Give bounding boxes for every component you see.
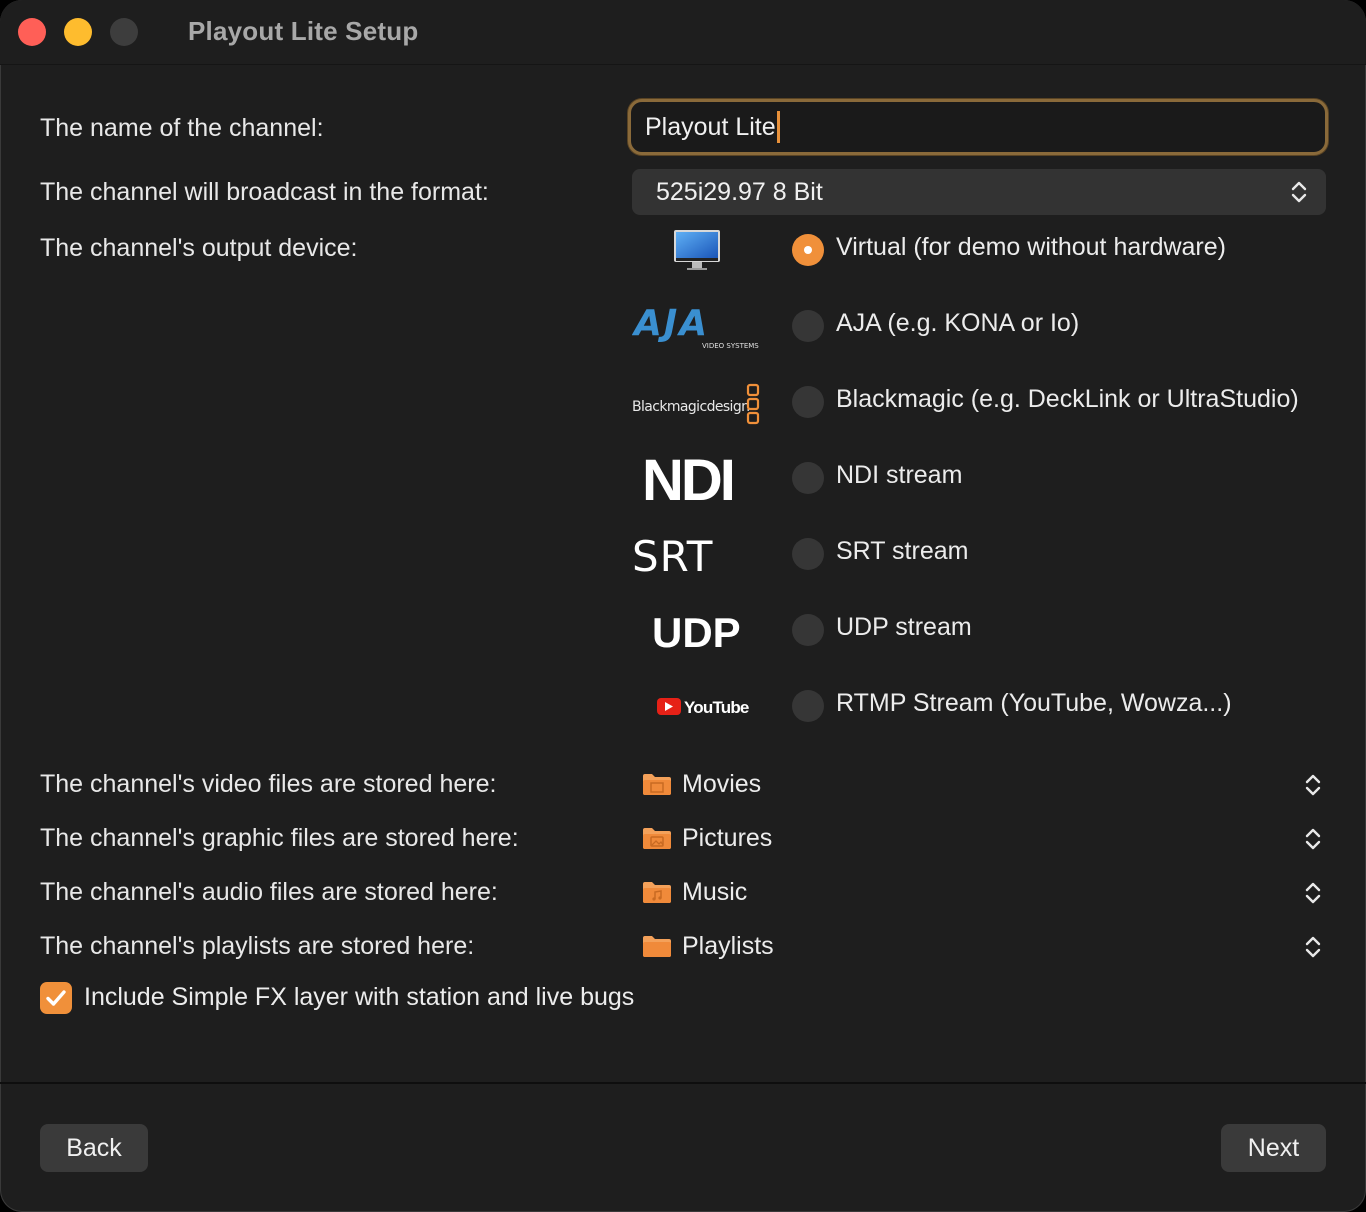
channel-name-label: The name of the channel: [40, 114, 324, 142]
radio-virtual[interactable] [792, 234, 824, 266]
device-label-udp: UDP stream [836, 613, 972, 641]
chevron-up-down-icon [1304, 772, 1322, 798]
aja-logo-sub: VIDEO SYSTEMS [702, 342, 759, 350]
footer-divider [0, 1082, 1366, 1084]
audio-folder-select[interactable]: Music [642, 876, 1332, 916]
graphic-folder-name: Pictures [682, 824, 773, 852]
aja-logo-text: AJA [632, 303, 709, 344]
radio-udp[interactable] [792, 614, 824, 646]
title-bar: Playout Lite Setup [0, 0, 1366, 65]
playlists-label: The channel's playlists are stored here: [40, 932, 475, 960]
youtube-logo: YouTube [632, 676, 762, 736]
aja-logo: AJA VIDEO SYSTEMS [632, 296, 762, 356]
device-option-rtmp[interactable]: YouTube RTMP Stream (YouTube, Wowza...) [632, 676, 1362, 736]
graphic-files-label: The channel's graphic files are stored h… [40, 824, 519, 852]
device-label-blackmagic: Blackmagic (e.g. DeckLink or UltraStudio… [836, 385, 1299, 413]
radio-rtmp[interactable] [792, 690, 824, 722]
graphic-folder-select[interactable]: Pictures [642, 822, 1332, 862]
minimize-window-button[interactable] [64, 18, 92, 46]
blackmagic-logo: Blackmagicdesign [632, 372, 762, 432]
channel-name-input[interactable]: Playout Lite [628, 99, 1328, 155]
chevron-up-down-icon [1304, 934, 1322, 960]
audio-files-label: The channel's audio files are stored her… [40, 878, 498, 906]
device-label-virtual: Virtual (for demo without hardware) [836, 233, 1226, 261]
blackmagic-logo-text: Blackmagicdesign [632, 399, 749, 415]
radio-aja[interactable] [792, 310, 824, 342]
device-option-ndi[interactable]: NDI NDI stream [632, 448, 1362, 508]
pictures-folder-icon [642, 826, 672, 850]
youtube-logo-text: YouTube [684, 698, 749, 717]
radio-srt[interactable] [792, 538, 824, 570]
device-option-aja[interactable]: AJA VIDEO SYSTEMS AJA (e.g. KONA or Io) [632, 296, 1362, 356]
device-label-rtmp: RTMP Stream (YouTube, Wowza...) [836, 689, 1232, 717]
device-option-srt[interactable]: SRT SRT stream [632, 524, 1362, 584]
video-files-label: The channel's video files are stored her… [40, 770, 497, 798]
radio-blackmagic[interactable] [792, 386, 824, 418]
folder-icon [642, 934, 672, 958]
checkmark-icon [46, 990, 66, 1006]
radio-ndi[interactable] [792, 462, 824, 494]
format-value: 525i29.97 8 Bit [656, 177, 823, 206]
chevron-up-down-icon [1304, 880, 1322, 906]
window-title: Playout Lite Setup [188, 16, 419, 46]
udp-logo-text: UDP [652, 609, 741, 655]
zoom-window-button [110, 18, 138, 46]
format-label: The channel will broadcast in the format… [40, 178, 489, 206]
playlists-folder-name: Playlists [682, 932, 774, 960]
device-label-aja: AJA (e.g. KONA or Io) [836, 309, 1080, 337]
simple-fx-checkbox[interactable] [40, 982, 72, 1014]
ndi-logo-text: NDI [642, 448, 733, 508]
channel-name-value: Playout Lite [645, 112, 776, 141]
udp-logo: UDP [632, 600, 762, 660]
playlists-folder-select[interactable]: Playlists [642, 930, 1332, 970]
device-option-virtual[interactable]: Virtual (for demo without hardware) [632, 220, 1362, 280]
chevron-up-down-icon [1290, 179, 1308, 205]
close-window-button[interactable] [18, 18, 46, 46]
audio-folder-name: Music [682, 878, 748, 906]
setup-window: Playout Lite Setup The name of the chann… [0, 0, 1366, 1212]
format-select[interactable]: 525i29.97 8 Bit [632, 169, 1326, 215]
srt-logo: SRT [632, 524, 762, 584]
video-folder-name: Movies [682, 770, 762, 798]
srt-logo-text: SRT [632, 532, 713, 579]
back-button[interactable]: Back [40, 1124, 148, 1172]
simple-fx-label[interactable]: Include Simple FX layer with station and… [84, 983, 634, 1012]
movies-folder-icon [642, 772, 672, 796]
music-folder-icon [642, 880, 672, 904]
ndi-logo: NDI [632, 448, 762, 508]
output-device-label: The channel's output device: [40, 234, 358, 262]
video-folder-select[interactable]: Movies [642, 768, 1332, 808]
text-caret [776, 111, 780, 143]
monitor-icon [632, 220, 762, 280]
device-label-ndi: NDI stream [836, 461, 963, 489]
next-button[interactable]: Next [1221, 1124, 1326, 1172]
device-label-srt: SRT stream [836, 537, 969, 565]
device-option-udp[interactable]: UDP UDP stream [632, 600, 1362, 660]
device-option-blackmagic[interactable]: Blackmagicdesign Blackmagic (e.g. DeckLi… [632, 372, 1362, 432]
chevron-up-down-icon [1304, 826, 1322, 852]
